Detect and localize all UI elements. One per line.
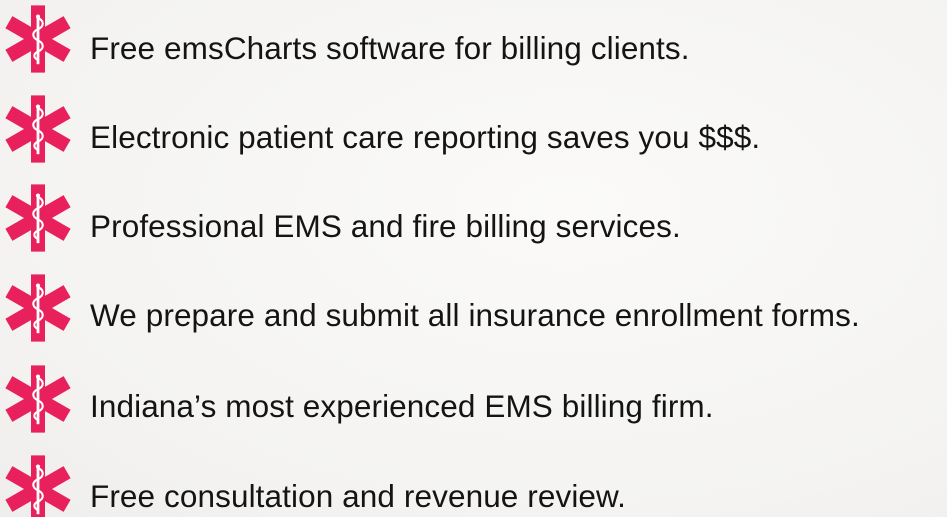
bullet-item: Electronic patient care reporting saves … bbox=[0, 94, 947, 164]
bullet-item: Indiana’s most experienced EMS billing f… bbox=[0, 364, 947, 434]
star-of-life-icon bbox=[4, 94, 72, 164]
bullet-text: Indiana’s most experienced EMS billing f… bbox=[90, 388, 714, 424]
star-of-life-icon bbox=[4, 273, 72, 343]
bullet-text: We prepare and submit all insurance enro… bbox=[90, 297, 860, 333]
bullet-text: Professional EMS and fire billing servic… bbox=[90, 208, 681, 244]
star-of-life-icon bbox=[4, 364, 72, 434]
star-of-life-icon bbox=[4, 183, 72, 253]
bullet-item: Free consultation and revenue review. bbox=[0, 454, 947, 517]
bullet-item: We prepare and submit all insurance enro… bbox=[0, 273, 947, 343]
bullet-item: Free emsCharts software for billing clie… bbox=[0, 4, 947, 74]
bullet-item: Professional EMS and fire billing servic… bbox=[0, 183, 947, 253]
bullet-list: Free emsCharts software for billing clie… bbox=[0, 0, 947, 517]
bullet-text: Free consultation and revenue review. bbox=[90, 478, 627, 514]
bullet-text: Free emsCharts software for billing clie… bbox=[90, 30, 690, 66]
star-of-life-icon bbox=[4, 454, 72, 517]
flyer-page: Free emsCharts software for billing clie… bbox=[0, 0, 947, 517]
star-of-life-icon bbox=[4, 4, 72, 74]
bullet-text: Electronic patient care reporting saves … bbox=[90, 119, 761, 155]
